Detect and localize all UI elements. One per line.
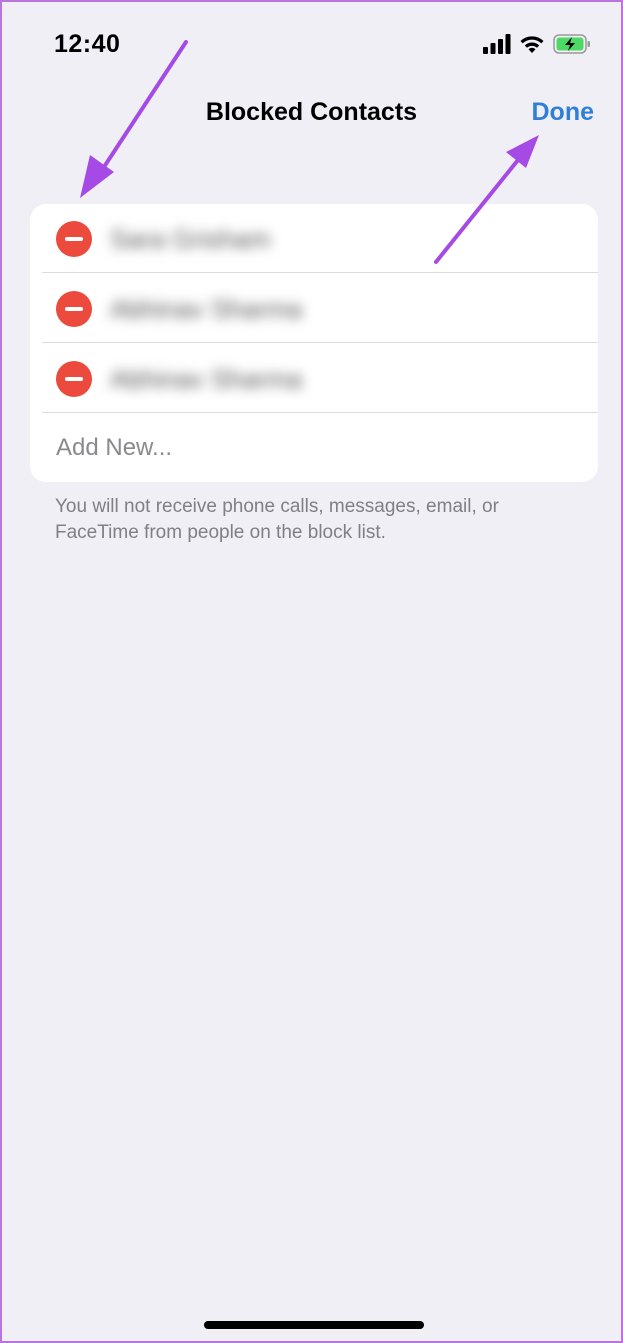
contact-name: Abhinav Sharma	[110, 364, 303, 394]
blocked-contacts-list: Sara Grisham Abhinav Sharma Abhinav Shar…	[30, 204, 598, 482]
done-button[interactable]: Done	[532, 98, 595, 127]
list-item[interactable]: Abhinav Sharma	[30, 274, 598, 343]
list-item[interactable]: Sara Grisham	[30, 204, 598, 273]
footer-note: You will not receive phone calls, messag…	[55, 496, 499, 543]
signal-icon	[483, 34, 511, 54]
contact-name: Abhinav Sharma	[110, 294, 303, 324]
delete-contact-button[interactable]	[56, 221, 92, 257]
status-time: 12:40	[54, 30, 121, 58]
wifi-icon	[520, 36, 544, 53]
minus-icon	[65, 307, 83, 311]
divider	[42, 342, 598, 343]
status-bar: 12:40	[2, 2, 621, 82]
battery-charging-icon	[553, 34, 590, 54]
delete-contact-button[interactable]	[56, 291, 92, 327]
add-new-button[interactable]: Add New...	[56, 434, 172, 462]
status-icons	[483, 32, 591, 56]
page-title: Blocked Contacts	[205, 98, 418, 126]
divider	[42, 272, 598, 273]
annotation-arrows	[80, 40, 539, 264]
contact-name: Sara Grisham	[110, 224, 271, 254]
minus-icon	[65, 377, 83, 381]
list-item[interactable]: Abhinav Sharma	[30, 344, 598, 413]
minus-icon	[65, 237, 83, 241]
home-indicator[interactable]	[204, 1321, 424, 1329]
divider	[42, 412, 598, 413]
delete-contact-button[interactable]	[56, 361, 92, 397]
